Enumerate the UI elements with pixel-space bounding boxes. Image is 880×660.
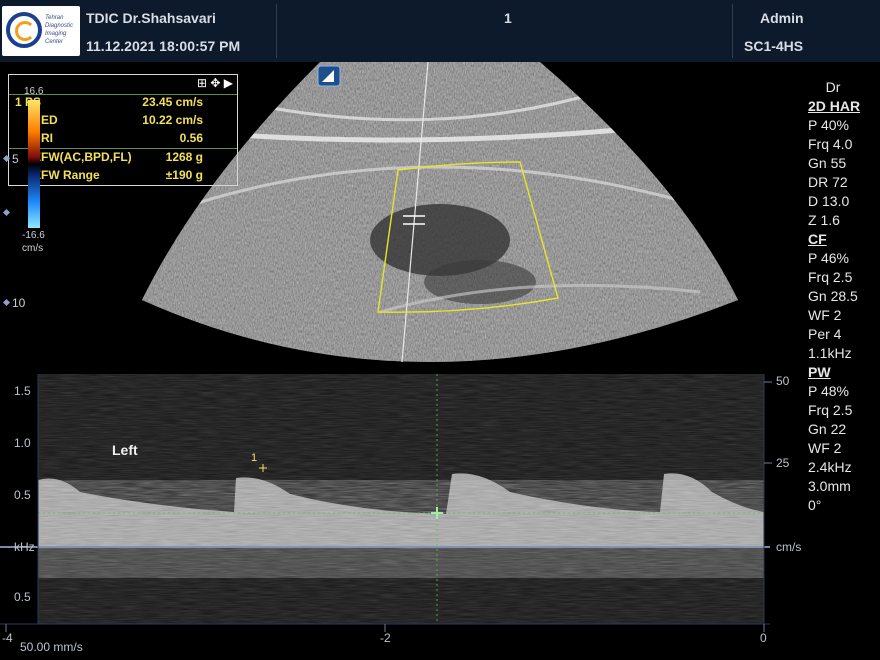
probe-name[interactable]: SC1-4HS [744, 38, 803, 54]
measure-value: 0.56 [179, 131, 203, 145]
measure-label: ED [41, 113, 58, 127]
param-item: Z 1.6 [808, 212, 840, 228]
measure-label: EFW Range [33, 168, 100, 182]
side-label: Left [112, 442, 138, 458]
measure-value: 23.45 cm/s [142, 95, 203, 109]
divider [732, 4, 733, 58]
velocity-tick-label: 50 [776, 374, 790, 388]
measure-row-ps: 1 PS 23.45 cm/s [9, 95, 237, 113]
colorbar-max: 16.6 [24, 86, 44, 97]
layout-icon[interactable]: ⊞ [197, 76, 207, 90]
divider [276, 4, 277, 58]
param-item: DR 72 [808, 174, 848, 190]
measure-value: 1268 g [165, 150, 203, 164]
exam-datetime: 11.12.2021 18:00:57 PM [86, 38, 241, 54]
measure-value: 10.22 cm/s [142, 113, 203, 127]
param-item: P 40% [808, 117, 849, 133]
param-item: Gn 28.5 [808, 288, 858, 304]
param-item: Frq 2.5 [808, 269, 853, 285]
param-item: D 13.0 [808, 193, 850, 209]
panel-controls[interactable]: ⊞ ✥ ▶ [197, 76, 233, 90]
section-2d-har[interactable]: 2D HAR [808, 97, 880, 116]
measure-row-ri: RI 0.56 [9, 131, 237, 149]
facility-name: TDIC Dr.Shahsavari [86, 10, 216, 26]
doppler-spectrum[interactable] [0, 374, 880, 660]
time-tick-label: -2 [380, 631, 391, 645]
user-name[interactable]: Admin [760, 10, 804, 26]
y-tick-label: 1.5 [14, 384, 31, 398]
depth-label: 5 [12, 152, 19, 166]
logo-arc-icon [15, 21, 35, 41]
color-velocity-scale [28, 100, 40, 228]
measure-row-efw: EFW(AC,BPD,FL) 1268 g [9, 150, 237, 168]
top-bar: Tehran Diagnostic Imaging Center TDIC Dr… [0, 0, 880, 62]
preset-user: Dr [825, 79, 841, 95]
y-tick-label: 0.5 [14, 488, 31, 502]
page-number: 1 [504, 10, 512, 26]
velocity-tick-label: 25 [776, 456, 790, 470]
sweep-speed: 50.00 mm/s [20, 640, 83, 654]
measure-label: RI [41, 131, 53, 145]
y-tick-label: 0.5 [14, 590, 31, 604]
param-item: 1.1kHz [808, 345, 852, 361]
depth-label: 10 [12, 296, 26, 310]
param-item: Gn 55 [808, 155, 847, 171]
play-icon[interactable]: ▶ [224, 76, 233, 90]
colorbar-unit: cm/s [22, 243, 44, 254]
param-item: Frq 4.0 [808, 136, 853, 152]
measure-row-ed: ED 10.22 cm/s [9, 113, 237, 131]
logo-text: Tehran Diagnostic Imaging Center [45, 15, 74, 45]
measure-value: ±190 g [165, 168, 203, 182]
clinic-logo: Tehran Diagnostic Imaging Center [2, 6, 80, 56]
velocity-unit-label: cm/s [776, 540, 802, 554]
measure-row-efw-range: EFW Range ±190 g [9, 168, 237, 186]
section-cf[interactable]: CF [808, 230, 880, 249]
y-tick-label: 1.0 [14, 436, 31, 450]
measure-label: EFW(AC,BPD,FL) [33, 150, 132, 164]
colorbar-min: -16.6 [22, 230, 45, 241]
time-tick-label: 0 [760, 631, 767, 645]
param-item: P 46% [808, 250, 849, 266]
param-item: Per 4 [808, 326, 842, 342]
y-unit-label: kHz [14, 540, 35, 554]
param-item: WF 2 [808, 307, 842, 323]
time-tick-label: -4 [2, 631, 13, 645]
caliper-number: 1 [251, 452, 258, 464]
move-icon[interactable]: ✥ [210, 76, 220, 90]
